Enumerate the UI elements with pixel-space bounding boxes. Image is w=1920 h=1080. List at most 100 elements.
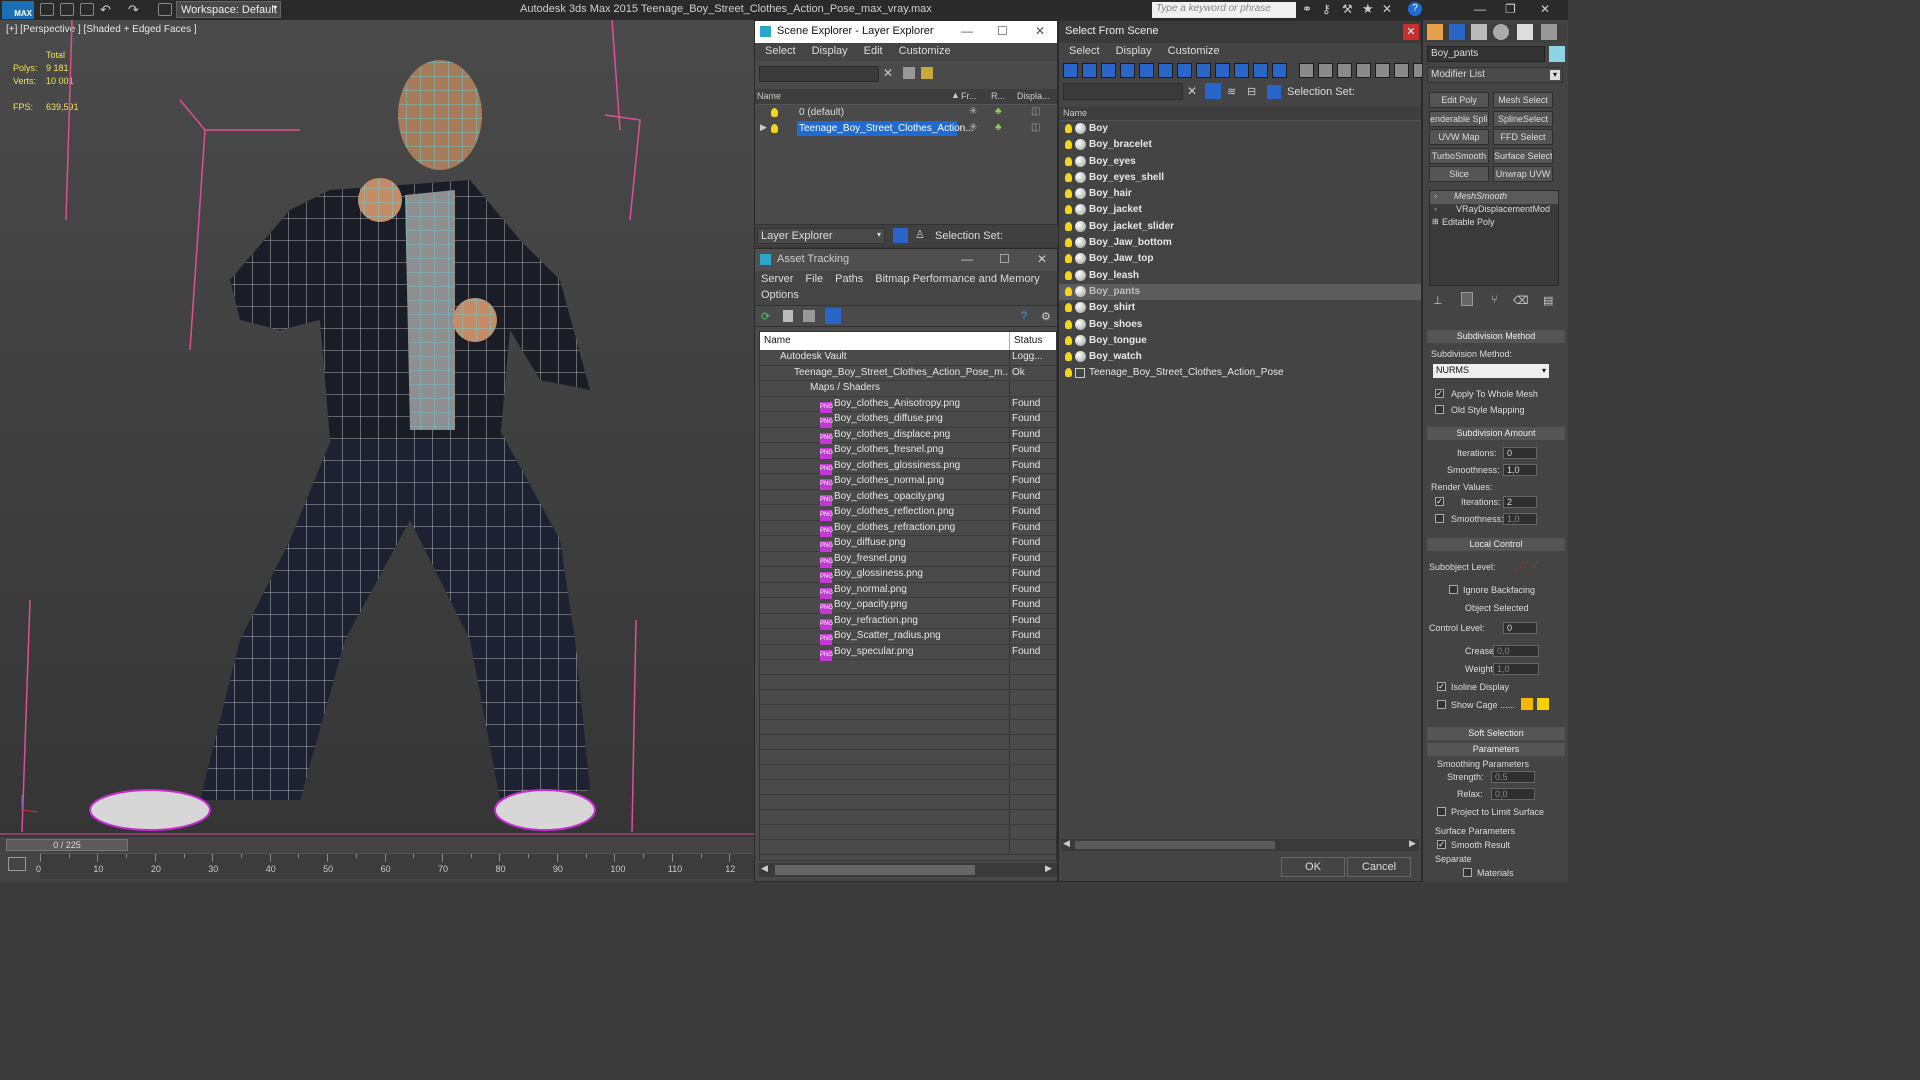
app-logo[interactable]: MAX: [2, 1, 34, 19]
utilities-tab-icon[interactable]: [1541, 24, 1557, 40]
hierarchy-tab-icon[interactable]: [1471, 24, 1487, 40]
key-icon[interactable]: ⚷: [1322, 2, 1331, 16]
render-iterations-checkbox[interactable]: ✓: [1435, 497, 1444, 506]
select-scrollbar[interactable]: ◀ ▶: [1061, 838, 1419, 851]
col-status[interactable]: Status: [1014, 335, 1042, 346]
asset-row[interactable]: PNGBoy_clothes_opacity.png Found: [760, 489, 1056, 506]
menu-edit[interactable]: Edit: [864, 45, 883, 59]
settings-icon[interactable]: ⚙: [1041, 310, 1051, 323]
filter-geometry-icon[interactable]: [1063, 63, 1078, 78]
filter-find-case-icon[interactable]: [1356, 63, 1371, 78]
menu-customize[interactable]: Customize: [899, 45, 951, 59]
hierarchy-icon[interactable]: ⊟: [1247, 85, 1256, 98]
asset-row[interactable]: PNGBoy_clothes_normal.png Found: [760, 474, 1056, 490]
filter-display-all-icon[interactable]: [1299, 63, 1314, 78]
modifier-button[interactable]: Surface Select: [1493, 147, 1553, 164]
object-row[interactable]: Boy_bracelet: [1059, 137, 1421, 153]
star-icon[interactable]: ★: [1362, 1, 1374, 17]
mini-curve-icon[interactable]: [8, 857, 26, 871]
col-freeze[interactable]: Fr...: [961, 91, 977, 101]
light-bulb-icon[interactable]: [1065, 156, 1072, 166]
object-row[interactable]: Boy_shirt: [1059, 300, 1421, 316]
scroll-right-icon[interactable]: ▶: [1045, 863, 1052, 874]
col-name[interactable]: Name: [1063, 108, 1087, 118]
layer-mode-icon[interactable]: [893, 228, 908, 243]
scroll-thumb[interactable]: [775, 865, 975, 875]
minimize-icon[interactable]: —: [961, 252, 973, 266]
menu-display[interactable]: Display: [812, 45, 848, 59]
light-bulb-icon[interactable]: [1065, 368, 1072, 378]
filter-space-warps-icon[interactable]: [1158, 63, 1173, 78]
asset-row[interactable]: PNGBoy_clothes_fresnel.png Found: [760, 443, 1056, 459]
filter-frozen-icon[interactable]: [1253, 63, 1268, 78]
render-icon[interactable]: ♣: [995, 122, 1002, 133]
control-level-spinner[interactable]: 0: [1503, 622, 1537, 634]
isoline-display-checkbox[interactable]: ✓: [1437, 682, 1446, 691]
scroll-thumb[interactable]: [1075, 841, 1275, 849]
subdivision-method-rollout[interactable]: Subdivision Method: [1427, 330, 1565, 343]
modify-tab-icon[interactable]: [1449, 24, 1465, 40]
light-bulb-icon[interactable]: [1065, 189, 1072, 199]
relax-spinner[interactable]: 0,0: [1491, 788, 1535, 800]
old-style-mapping-checkbox[interactable]: [1435, 405, 1444, 414]
layers-icon[interactable]: ≋: [1227, 85, 1236, 98]
render-iterations-spinner[interactable]: 2: [1503, 496, 1537, 508]
search-input[interactable]: Type a keyword or phrase: [1152, 2, 1296, 18]
modifier-list-dropdown[interactable]: Modifier List ▾: [1427, 67, 1563, 83]
asset-row[interactable]: Autodesk Vault Logg...: [760, 350, 1056, 366]
col-name[interactable]: Name: [764, 335, 791, 346]
layers-icon[interactable]: [921, 67, 933, 79]
scene-explorer-titlebar[interactable]: Scene Explorer - Layer Explorer — ☐ ✕: [755, 21, 1057, 43]
select-from-scene-titlebar[interactable]: Select From Scene ✕: [1059, 21, 1421, 43]
freeze-icon[interactable]: ✳: [969, 106, 977, 117]
group-row[interactable]: Teenage_Boy_Street_Clothes_Action_Pose: [1059, 365, 1421, 381]
asset-row[interactable]: PNGBoy_Scatter_radius.png Found: [760, 629, 1056, 645]
filter-helpers-icon[interactable]: [1139, 63, 1154, 78]
exchange-icon[interactable]: ✕: [1382, 2, 1392, 16]
filter-containers-icon[interactable]: [1234, 63, 1249, 78]
light-bulb-icon[interactable]: [1065, 238, 1072, 248]
object-row[interactable]: Boy_pants: [1059, 283, 1421, 301]
filter-groups-icon[interactable]: [1177, 63, 1192, 78]
modifier-button[interactable]: Edit Poly: [1429, 92, 1489, 108]
select-search-input[interactable]: [1063, 83, 1183, 100]
project-folder-icon[interactable]: [158, 3, 172, 16]
show-end-result-icon[interactable]: [1461, 292, 1473, 306]
menu-customize[interactable]: Customize: [1168, 45, 1220, 59]
explorer-type-dropdown[interactable]: Layer Explorer ▾: [757, 228, 885, 244]
close-icon[interactable]: ✕: [1035, 24, 1045, 38]
light-bulb-icon[interactable]: [771, 108, 778, 117]
restore-icon[interactable]: ❐: [1505, 2, 1516, 16]
parameters-rollout[interactable]: Parameters: [1427, 743, 1565, 756]
soft-selection-rollout[interactable]: Soft Selection: [1427, 727, 1565, 740]
object-row[interactable]: Boy_eyes: [1059, 154, 1421, 170]
stack-item[interactable]: ◦ VRayDisplacementMod: [1430, 204, 1558, 217]
object-row[interactable]: Boy_leash: [1059, 268, 1421, 284]
asset-row[interactable]: PNGBoy_clothes_refraction.png Found: [760, 520, 1056, 537]
asset-row[interactable]: PNGBoy_clothes_glossiness.png Found: [760, 458, 1056, 475]
menu-select[interactable]: Select: [1069, 45, 1100, 59]
light-bulb-icon[interactable]: [1065, 124, 1072, 133]
close-icon[interactable]: ✕: [1403, 24, 1419, 40]
configure-sets-icon[interactable]: ▤: [1543, 294, 1553, 307]
subdivision-method-dropdown[interactable]: NURMS ▾: [1433, 364, 1549, 378]
asset-row[interactable]: PNGBoy_clothes_diffuse.png Found: [760, 412, 1056, 428]
edge-level-icon[interactable]: ⟋: [1531, 560, 1539, 573]
close-icon[interactable]: ✕: [1037, 252, 1047, 266]
bulb-icon[interactable]: ◦: [1434, 191, 1437, 201]
asset-row[interactable]: PNGBoy_specular.png Found: [760, 644, 1056, 661]
table-view-icon[interactable]: [825, 308, 841, 324]
close-icon[interactable]: ✕: [1540, 2, 1550, 16]
asset-row[interactable]: Teenage_Boy_Street_Clothes_Action_Pose_m…: [760, 365, 1056, 381]
show-cage-checkbox[interactable]: [1437, 700, 1446, 709]
cancel-button[interactable]: Cancel: [1347, 857, 1411, 877]
list-view-icon[interactable]: [783, 310, 793, 322]
object-row[interactable]: Boy_Jaw_bottom: [1059, 235, 1421, 251]
filter-bones-icon[interactable]: [1215, 63, 1230, 78]
pin-stack-icon[interactable]: ⊥: [1433, 294, 1443, 307]
render-icon[interactable]: ♣: [995, 106, 1002, 117]
display-icon[interactable]: ◫: [1031, 106, 1040, 117]
asset-row[interactable]: PNGBoy_glossiness.png Found: [760, 567, 1056, 583]
layer-row[interactable]: ▶ Teenage_Boy_Street_Clothes_Action... ✳…: [755, 121, 1057, 137]
modifier-button[interactable]: Slice: [1429, 166, 1489, 182]
